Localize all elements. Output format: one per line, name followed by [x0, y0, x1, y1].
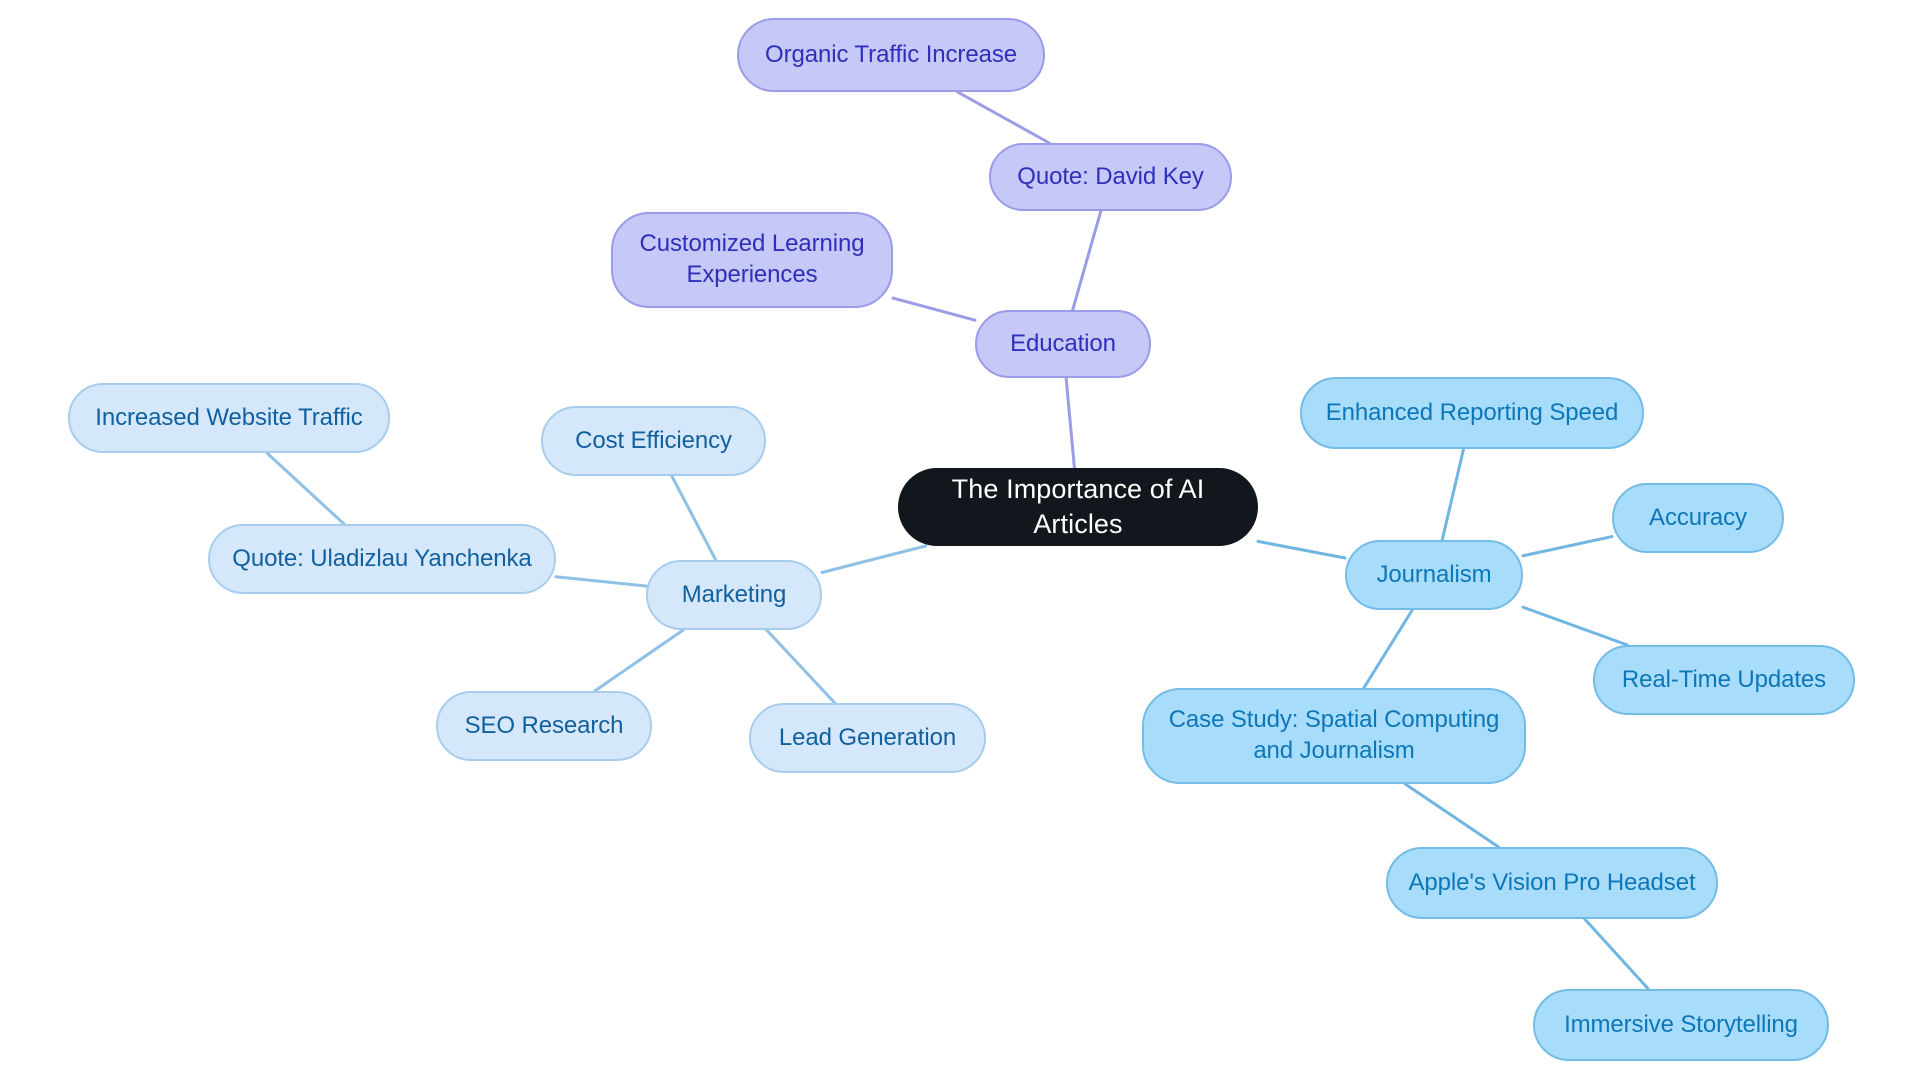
node-label: Lead Generation [778, 723, 957, 751]
node-label: The Importance of AI Articles [951, 474, 1205, 539]
mindmap-edge-root-to-marketing [820, 544, 928, 574]
mindmap-edge-journalism-to-accuracy [1521, 535, 1614, 558]
mindmap-node-quote-uladizlau[interactable]: Quote: Uladizlau Yanchenka [208, 524, 556, 594]
root-node[interactable]: The Importance of AI Articles [898, 468, 1258, 546]
node-label: Immersive Storytelling [1564, 1010, 1798, 1038]
node-label: Case Study: Spatial Computing and Journa… [1168, 706, 1500, 764]
mindmap-edge-journalism-to-realtime [1521, 605, 1629, 647]
node-label: Accuracy [1649, 503, 1747, 531]
mindmap-edge-case-study-to-vision-pro [1403, 782, 1501, 849]
node-label: Real-Time Updates [1621, 665, 1827, 693]
mindmap-edge-marketing-to-seo-research [593, 628, 685, 693]
node-label: Apple's Vision Pro Headset [1408, 868, 1696, 896]
mindmap-node-education[interactable]: Education [975, 310, 1151, 378]
node-label: Education [1010, 329, 1116, 357]
mindmap-node-marketing[interactable]: Marketing [646, 560, 822, 630]
mindmap-canvas: The Importance of AI Articles Education Cu… [0, 0, 1920, 1083]
mindmap-node-increased-web[interactable]: Increased Website Traffic [68, 383, 390, 453]
node-label: Organic Traffic Increase [765, 40, 1017, 68]
mindmap-node-organic-traffic[interactable]: Organic Traffic Increase [737, 18, 1045, 92]
node-label: Quote: David Key [1017, 162, 1204, 190]
node-label: Quote: Uladizlau Yanchenka [232, 544, 532, 572]
mindmap-edge-quote-david-to-organic-traffic [956, 90, 1051, 145]
mindmap-node-lead-gen[interactable]: Lead Generation [749, 703, 986, 773]
mindmap-edge-marketing-to-lead-gen [765, 628, 837, 705]
mindmap-node-quote-david[interactable]: Quote: David Key [989, 143, 1232, 211]
mindmap-node-case-study[interactable]: Case Study: Spatial Computing and Journa… [1142, 688, 1526, 784]
node-label: Journalism [1376, 560, 1492, 588]
mindmap-edge-education-to-quote-david [1071, 209, 1103, 312]
mindmap-node-journalism[interactable]: Journalism [1345, 540, 1523, 610]
mindmap-edge-root-to-journalism [1256, 539, 1347, 560]
mindmap-node-enh-report[interactable]: Enhanced Reporting Speed [1300, 377, 1644, 449]
mindmap-edge-root-to-education [1064, 376, 1076, 470]
mindmap-node-accuracy[interactable]: Accuracy [1612, 483, 1784, 553]
node-label: Increased Website Traffic [95, 403, 363, 431]
mindmap-edge-journalism-to-enh-report [1440, 447, 1466, 542]
node-label: SEO Research [464, 711, 624, 739]
mindmap-node-custom-learn[interactable]: Customized Learning Experiences [611, 212, 893, 308]
node-label: Marketing [681, 580, 787, 608]
mindmap-edge-quote-uladizlau-to-increased-web [265, 451, 346, 526]
node-label: Enhanced Reporting Speed [1325, 398, 1619, 426]
mindmap-edge-marketing-to-cost-efficiency [670, 474, 718, 562]
mindmap-node-seo-research[interactable]: SEO Research [436, 691, 652, 761]
node-label: Cost Efficiency [575, 426, 732, 454]
mindmap-node-cost-efficiency[interactable]: Cost Efficiency [541, 406, 766, 476]
mindmap-node-immersive[interactable]: Immersive Storytelling [1533, 989, 1829, 1061]
mindmap-edge-marketing-to-quote-uladizlau [554, 575, 648, 588]
node-label: Customized Learning Experiences [639, 230, 865, 288]
mindmap-node-vision-pro[interactable]: Apple's Vision Pro Headset [1386, 847, 1718, 919]
mindmap-edge-vision-pro-to-immersive [1583, 917, 1650, 991]
mindmap-edge-journalism-to-case-study [1362, 608, 1414, 690]
mindmap-edge-education-to-custom-learn [891, 296, 977, 322]
mindmap-node-realtime[interactable]: Real-Time Updates [1593, 645, 1855, 715]
